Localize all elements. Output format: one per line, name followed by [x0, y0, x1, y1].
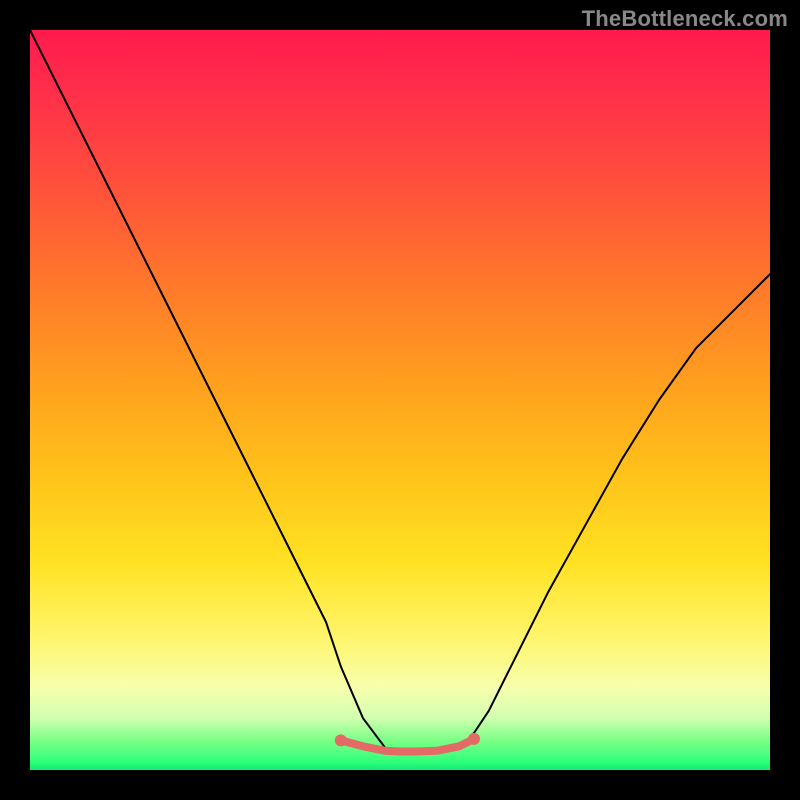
watermark-text: TheBottleneck.com	[582, 6, 788, 32]
optimal-range-dot	[468, 733, 480, 745]
optimal-range-segment	[341, 739, 474, 752]
bottleneck-curve	[30, 30, 770, 752]
optimal-range-dot	[335, 734, 347, 746]
plot-area	[30, 30, 770, 770]
chart-frame: TheBottleneck.com	[0, 0, 800, 800]
bottleneck-chart-svg	[30, 30, 770, 770]
